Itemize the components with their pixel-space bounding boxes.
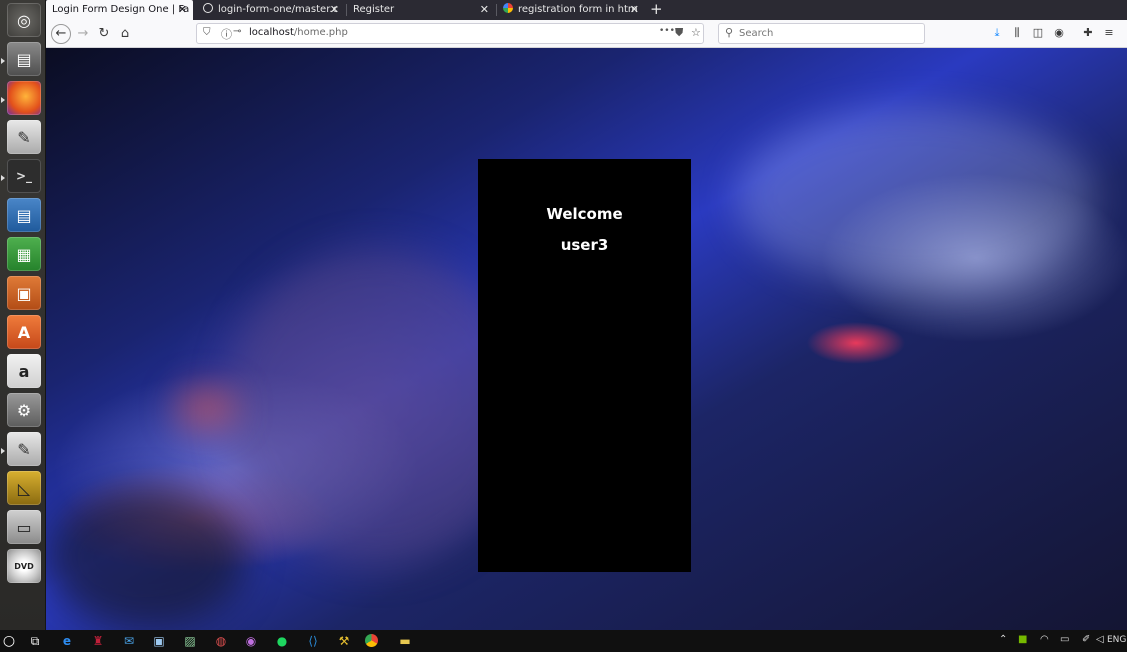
impress-icon[interactable]: ▣	[7, 276, 41, 310]
dvd-drive-icon[interactable]: DVD	[7, 549, 41, 583]
file-manager-icon[interactable]: ▤	[7, 42, 41, 76]
home-button[interactable]: ⌂	[115, 24, 135, 44]
floppy-drive-icon[interactable]: ▭	[7, 510, 41, 544]
launcher-pip	[1, 58, 5, 64]
file-explorer-icon[interactable]: ▬	[396, 632, 414, 650]
username-text: user3	[560, 236, 609, 254]
background-red-glow	[176, 388, 236, 428]
background-keyboard-shadow	[46, 488, 246, 628]
browser-app-icon[interactable]: ◍	[212, 632, 230, 650]
store-icon[interactable]: ▣	[150, 632, 168, 650]
tab-title: Register	[353, 4, 395, 15]
reload-button[interactable]: ↻	[94, 24, 114, 44]
welcome-heading: Welcome	[546, 205, 623, 223]
cortana-icon[interactable]: ○	[0, 632, 18, 650]
pen-icon[interactable]: ✐	[1082, 634, 1090, 645]
page-background: Welcome user3	[46, 48, 1127, 630]
search-bar[interactable]: ⚲	[718, 23, 925, 44]
system-settings-icon[interactable]: ⚙	[7, 393, 41, 427]
url-path: /home.php	[293, 27, 348, 38]
wifi-icon[interactable]: ◠	[1040, 634, 1049, 645]
tab-strip: Login Form Design One | Fa ✕ login-form-…	[46, 0, 1127, 20]
new-tab-button[interactable]: +	[650, 0, 663, 20]
background-glow	[736, 108, 1096, 288]
amazon-icon[interactable]: a	[7, 354, 41, 388]
terminal-icon[interactable]: >_	[7, 159, 41, 193]
close-tab-icon[interactable]: ✕	[630, 0, 639, 20]
tab-title: login-form-one/master.c	[218, 4, 339, 15]
language-indicator[interactable]: ENG	[1107, 635, 1126, 645]
close-tab-icon[interactable]: ✕	[480, 0, 489, 20]
volume-icon[interactable]: ◁	[1096, 634, 1104, 645]
url-bar[interactable]: ⛉ ⓘ ⊸ localhost/home.php ••• ⛊ ☆	[196, 23, 704, 44]
close-tab-icon[interactable]: ✕	[330, 0, 339, 20]
back-button[interactable]: ←	[51, 24, 71, 44]
game-app-icon[interactable]: ♜	[89, 632, 107, 650]
launcher-pip	[1, 448, 5, 454]
hamburger-menu-icon[interactable]: ≡	[1102, 26, 1116, 40]
photos-icon[interactable]: ▨	[181, 632, 199, 650]
firefox-icon[interactable]	[7, 81, 41, 115]
ubuntu-dash-icon[interactable]: ◎	[7, 3, 41, 37]
spotify-icon[interactable]: ●	[273, 632, 291, 650]
writer-icon[interactable]: ▤	[7, 198, 41, 232]
close-tab-icon[interactable]: ✕	[178, 0, 187, 20]
vscode-icon[interactable]: ⟨⟩	[304, 632, 322, 650]
battery-icon[interactable]: ▭	[1060, 634, 1069, 645]
launcher-pip	[1, 97, 5, 103]
bookmark-star-icon[interactable]: ☆	[691, 26, 701, 39]
search-icon: ⚲	[725, 26, 734, 39]
key-icon: ⊸	[233, 26, 242, 37]
tab-google-search[interactable]: registration form in htm ✕	[497, 0, 645, 20]
downloads-icon[interactable]: ⤓	[990, 26, 1004, 40]
tab-login-form[interactable]: Login Form Design One | Fa ✕	[46, 0, 193, 20]
google-favicon-icon	[503, 3, 513, 13]
ubuntu-launcher: ◎ ▤ ✎ >_ ▤ ▦ ▣ A a ⚙ ✎ ◺ ▭ DVD	[0, 0, 46, 630]
software-center-icon[interactable]: A	[7, 315, 41, 349]
url-text: localhost/home.php	[249, 27, 348, 38]
tab-title: Login Form Design One | Fa	[52, 4, 190, 15]
sidebar-icon[interactable]: ◫	[1031, 26, 1045, 40]
edge-icon[interactable]: e	[58, 632, 76, 650]
extensions-icon[interactable]: ✚	[1081, 26, 1095, 40]
forward-button[interactable]: →	[73, 24, 93, 44]
page-actions-menu[interactable]: •••	[659, 26, 675, 36]
welcome-panel: Welcome user3	[478, 159, 691, 572]
chrome-icon[interactable]	[365, 634, 378, 647]
tray-expand-icon[interactable]: ⌃	[999, 634, 1007, 645]
screen: ◎ ▤ ✎ >_ ▤ ▦ ▣ A a ⚙ ✎ ◺ ▭ DVD Login For…	[0, 0, 1127, 652]
pocket-icon[interactable]: ⛊	[675, 26, 683, 40]
mail-icon[interactable]: ✉	[120, 632, 138, 650]
nvidia-icon[interactable]: ■	[1018, 634, 1027, 645]
tab-github[interactable]: login-form-one/master.c ✕	[197, 0, 345, 20]
text-editor-2-icon[interactable]: ✎	[7, 432, 41, 466]
library-icon[interactable]: ⫼	[1010, 26, 1024, 40]
calc-icon[interactable]: ▦	[7, 237, 41, 271]
navigation-bar: ← → ↻ ⌂ ⛉ ⓘ ⊸ localhost/home.php ••• ⛊ ☆…	[46, 20, 1127, 48]
developer-tool-icon[interactable]: ⚒	[335, 632, 353, 650]
tab-title: registration form in htm	[518, 4, 638, 15]
geometry-app-icon[interactable]: ◺	[7, 471, 41, 505]
github-favicon-icon	[203, 3, 213, 13]
media-player-icon[interactable]: ◉	[242, 632, 260, 650]
site-info-icon[interactable]: ⓘ	[221, 26, 232, 42]
tab-register[interactable]: Register ✕	[347, 0, 495, 20]
url-host: localhost	[249, 27, 294, 38]
search-input[interactable]	[739, 26, 919, 41]
launcher-pip	[1, 175, 5, 181]
tracking-protection-icon[interactable]: ⛉	[203, 27, 211, 38]
taskbar: ○ ⧉ e ♜ ✉ ▣ ▨ ◍ ◉ ● ⟨⟩ ⚒ ▬ ⌃ ■ ◠ ▭ ✐ ◁ E…	[0, 630, 1127, 652]
account-icon[interactable]: ◉	[1052, 26, 1066, 40]
task-view-icon[interactable]: ⧉	[26, 632, 44, 650]
text-editor-icon[interactable]: ✎	[7, 120, 41, 154]
